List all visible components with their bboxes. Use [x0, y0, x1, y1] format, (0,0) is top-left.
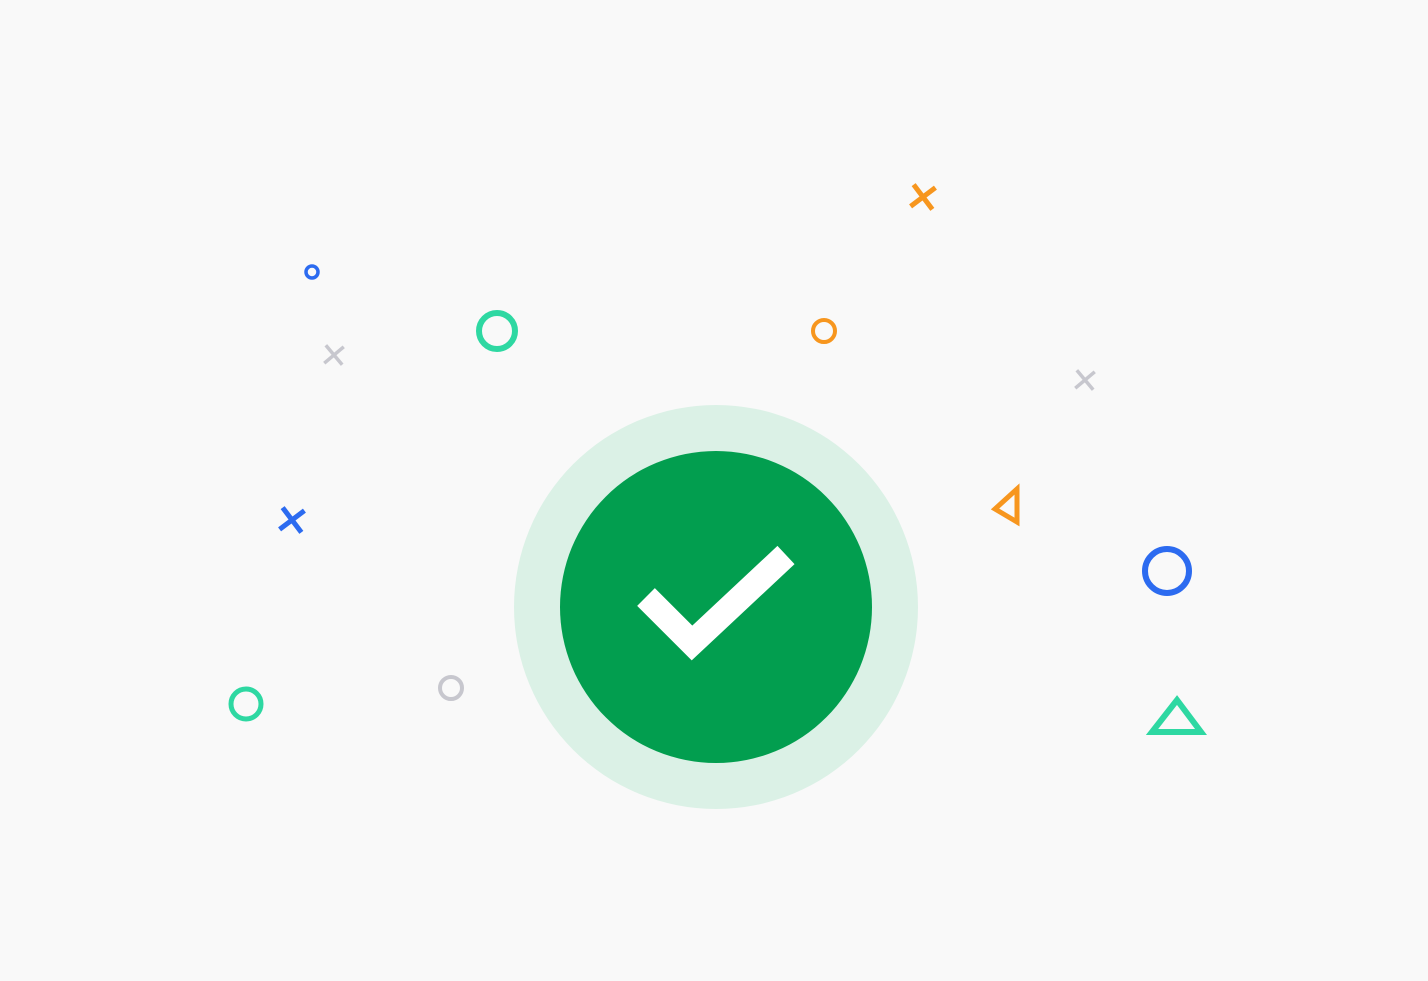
- confetti-triangle-icon: [990, 483, 1020, 527]
- confetti-circle-icon: [228, 686, 264, 722]
- confetti-cross-icon: [278, 506, 306, 534]
- confetti-circle-icon: [1142, 546, 1192, 596]
- confetti-cross-icon: [909, 183, 937, 211]
- confetti-circle-icon: [476, 310, 518, 352]
- success-illustration: [0, 0, 1428, 981]
- success-scene: [228, 183, 1207, 809]
- confetti-circle-icon: [304, 264, 320, 280]
- confetti-circle-icon: [811, 318, 837, 344]
- confetti-circle-icon: [438, 675, 464, 701]
- confetti-cross-icon: [1074, 369, 1096, 391]
- success-badge: [514, 405, 918, 809]
- confetti-triangle-icon: [1145, 695, 1207, 735]
- confetti-cross-icon: [323, 344, 345, 366]
